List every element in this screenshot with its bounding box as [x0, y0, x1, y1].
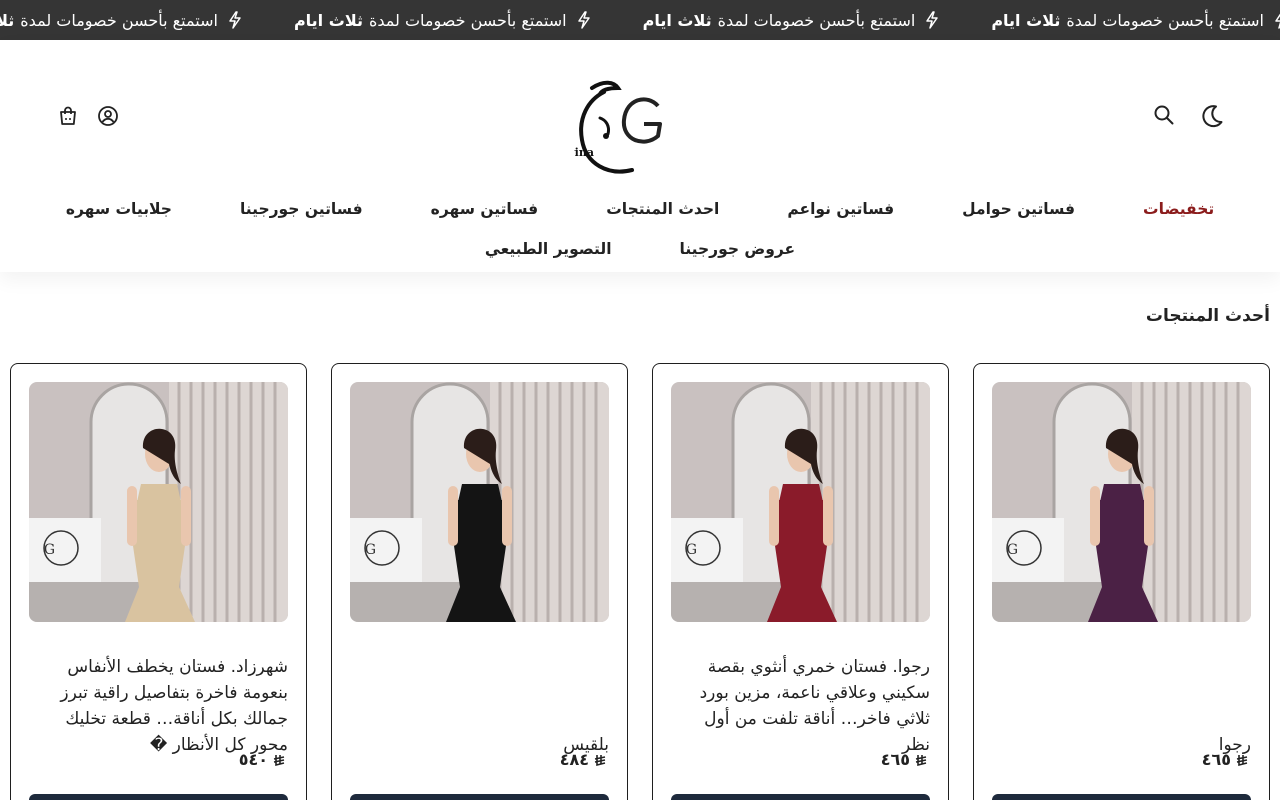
nav-link[interactable]: التصوير الطبيعي [451, 238, 646, 260]
product-card[interactable]: G شهرزاد. فستان يخطف الأنفاس بنعومة فاخرة… [10, 363, 307, 800]
secondary-nav: عروض جورجينا التصوير الطبيعي [0, 238, 1280, 260]
nav-link[interactable]: فساتين حوامل [928, 198, 1109, 220]
announcement-item: استمتع بأحسن خصومات لمدة ثلاث ايام [0, 0, 242, 40]
product-card[interactable]: G بلقيس ٤٨٤ [331, 363, 628, 800]
svg-text:G: G [1007, 542, 1018, 558]
product-price: ٤٦٥ [1202, 750, 1249, 769]
lightning-icon [228, 11, 242, 29]
nav-link[interactable]: جلابيات سهره [32, 198, 206, 220]
announcement-bold: ثلاث ايام [0, 10, 15, 30]
riyal-icon [1235, 753, 1249, 767]
nav-link[interactable]: فساتين سهره [397, 198, 573, 220]
product-card[interactable]: G رجوا ٤٦٥ [973, 363, 1270, 800]
search-icon[interactable] [1150, 101, 1178, 129]
nav-link[interactable]: تخفيضات [1109, 198, 1248, 220]
main-nav: تخفيضات فساتين حوامل فساتين نواعم احدث المن… [0, 198, 1280, 220]
product-price: ٤٦٥ [881, 750, 928, 769]
product-description[interactable]: رجوا. فستان خمري أنثوي بقصة سكيني وعلاقي… [671, 654, 930, 758]
product-card[interactable]: G رجوا. فستان خمري أنثوي بقصة سكيني وعلاق… [652, 363, 949, 800]
nav-link[interactable]: فساتين نواعم [753, 198, 928, 220]
moon-icon[interactable] [1198, 102, 1226, 130]
add-to-cart-button[interactable] [350, 794, 609, 800]
add-to-cart-button[interactable] [671, 794, 930, 800]
svg-text:G: G [686, 542, 697, 558]
product-price: ٥٤٠ [239, 750, 286, 769]
price-value: ٤٨٤ [559, 750, 589, 769]
announcement-bold: ثلاث ايام [991, 10, 1061, 30]
site-header: Georgina تخفيضاتفساتين حواملفساتين نواعم… [0, 40, 1280, 272]
riyal-icon [914, 753, 928, 767]
shopping-bag-icon[interactable] [54, 102, 82, 130]
product-image[interactable]: G [671, 382, 930, 622]
add-to-cart-button[interactable] [992, 794, 1251, 800]
nav-link[interactable]: احدث المنتجات [572, 198, 753, 220]
announcement-text: استمتع بأحسن خصومات لمدة [717, 10, 916, 30]
lightning-icon [925, 11, 939, 29]
lightning-icon [1274, 11, 1280, 29]
announcement-text: استمتع بأحسن خصومات لمدة [1066, 10, 1264, 30]
nav-link[interactable]: عروض جورجينا [646, 238, 830, 260]
riyal-icon [272, 753, 286, 767]
announcement-text: استمتع بأحسن خصومات لمدة [20, 10, 218, 30]
nav-link[interactable]: فساتين جورجينا [206, 198, 397, 220]
product-image[interactable]: G [350, 382, 609, 622]
announcement-item: استمتع بأحسن خصومات لمدةثلاث ايام [591, 0, 940, 40]
svg-text:G: G [44, 542, 55, 558]
announcement-track: استمتع بأحسن خصومات لمدة ثلاث ايام استمتع … [0, 0, 1280, 40]
product-image[interactable]: G [29, 382, 288, 622]
svg-text:Georgina: Georgina [574, 146, 594, 159]
announcement-item: استمتع بأحسن خصومات لمدةثلاث ايام [242, 0, 591, 40]
svg-text:G: G [365, 542, 376, 558]
announcement-item: استمتع بأحسن خصومات لمدةثلاث ايام [939, 0, 1280, 40]
price-value: ٥٤٠ [238, 750, 268, 769]
riyal-icon [593, 753, 607, 767]
section-title: أحدث المنتجات [1145, 306, 1270, 326]
announcement-text: استمتع بأحسن خصومات لمدة [368, 10, 567, 30]
product-grid: G رجوا ٤٦٥ G رجوا. فستان خمري أنثوي بقصة سكي… [10, 363, 1270, 800]
user-icon[interactable] [94, 102, 122, 130]
product-image[interactable]: G [992, 382, 1251, 622]
product-description[interactable]: شهرزاد. فستان يخطف الأنفاس بنعومة فاخرة … [29, 654, 288, 758]
price-value: ٤٦٥ [880, 750, 910, 769]
announcement-bold: ثلاث ايام [293, 10, 363, 30]
announcement-bold: ثلاث ايام [642, 10, 712, 30]
site-logo[interactable]: Georgina [537, 78, 680, 182]
add-to-cart-button[interactable] [29, 794, 288, 800]
lightning-icon [577, 11, 591, 29]
price-value: ٤٦٥ [1201, 750, 1231, 769]
announcement-bar: استمتع بأحسن خصومات لمدة ثلاث ايام استمتع … [0, 0, 1280, 40]
product-price: ٤٨٤ [560, 750, 607, 769]
